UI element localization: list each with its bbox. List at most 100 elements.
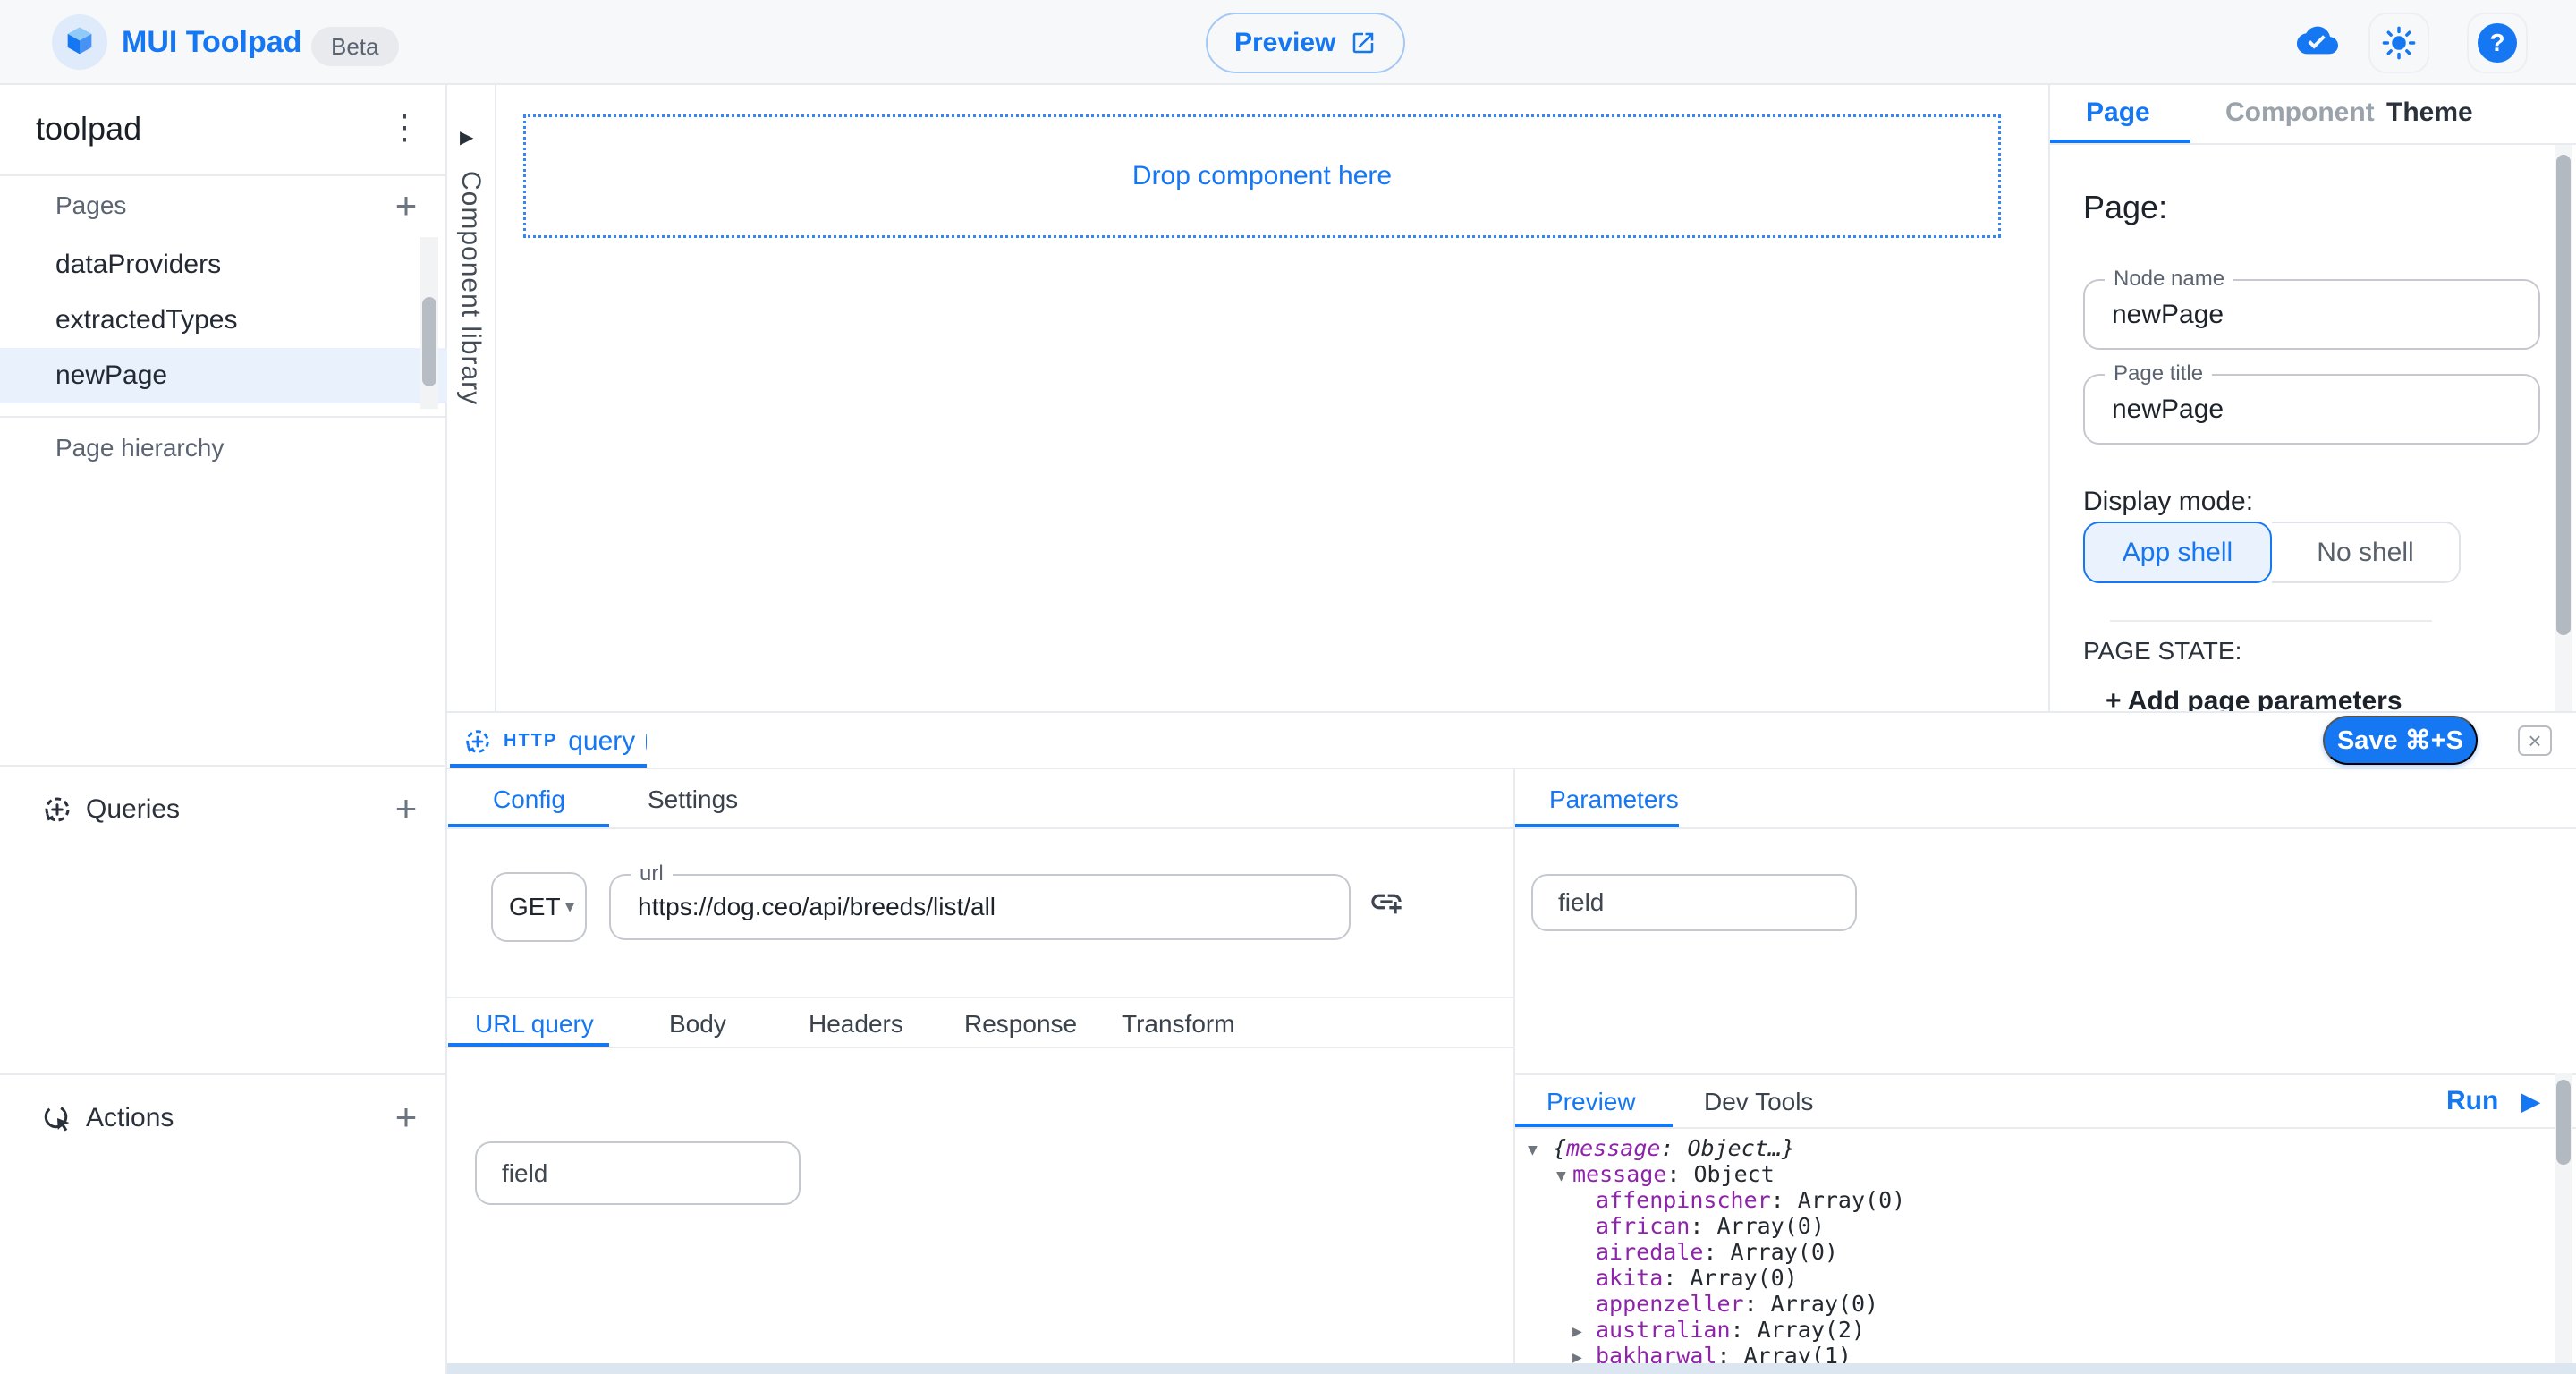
drop-zone-label: Drop component here bbox=[1132, 161, 1392, 191]
add-page-parameters-button[interactable]: + Add page parameters bbox=[2106, 686, 2402, 711]
active-tab-indicator bbox=[450, 764, 647, 768]
tab-parameters[interactable]: Parameters bbox=[1549, 785, 1679, 814]
query-editor-header: HTTP query Save ⌘+S × bbox=[447, 713, 2576, 769]
page-title-input[interactable] bbox=[2112, 376, 2497, 443]
add-page-button[interactable]: + bbox=[385, 185, 428, 228]
tree-row[interactable]: akita: Array(0) bbox=[1515, 1265, 2553, 1291]
tree-row[interactable]: african: Array(0) bbox=[1515, 1213, 2553, 1239]
url-input[interactable] bbox=[638, 876, 1265, 938]
parameters-field-input[interactable] bbox=[1533, 876, 1855, 929]
query-name-label: query bbox=[568, 726, 635, 757]
tab-headers[interactable]: Headers bbox=[809, 1010, 903, 1039]
tab-transform[interactable]: Transform bbox=[1122, 1010, 1235, 1039]
result-json-tree: ▼{message: Object…} ▼message: Object aff… bbox=[1515, 1135, 2553, 1374]
tab-preview[interactable]: Preview bbox=[1546, 1088, 1636, 1116]
preview-button[interactable]: Preview bbox=[1206, 13, 1405, 73]
tree-expanded-icon[interactable]: ▼ bbox=[1528, 1137, 1538, 1163]
project-menu-button[interactable]: ⋮ bbox=[385, 105, 424, 151]
preview-button-label: Preview bbox=[1234, 28, 1335, 58]
unsaved-dot-icon bbox=[646, 734, 647, 750]
help-button[interactable]: ? bbox=[2467, 13, 2528, 73]
tree-row[interactable]: affenpinscher: Array(0) bbox=[1515, 1187, 2553, 1213]
queries-section-label: Queries bbox=[86, 794, 180, 825]
pages-scrollbar-thumb[interactable] bbox=[422, 297, 436, 386]
tab-page[interactable]: Page bbox=[2086, 98, 2150, 128]
close-icon[interactable]: × bbox=[2518, 725, 2552, 756]
component-library-panel[interactable]: ▶ Component library bbox=[447, 85, 496, 711]
inspector-scrollbar-thumb[interactable] bbox=[2556, 155, 2571, 635]
tree-expanded-icon[interactable]: ▼ bbox=[1556, 1163, 1566, 1189]
drop-zone[interactable]: Drop component here bbox=[523, 114, 2001, 238]
query-config-pane: Config Settings GET ▾ url URL query Body bbox=[447, 769, 1513, 1363]
active-tab-indicator bbox=[448, 824, 609, 827]
add-query-button[interactable]: + bbox=[385, 788, 428, 831]
page-heading: Page: bbox=[2083, 189, 2167, 226]
query-editor-panel: HTTP query Save ⌘+S × Config Settings GE… bbox=[447, 711, 2576, 1374]
tab-settings[interactable]: Settings bbox=[648, 785, 738, 814]
tree-row[interactable]: ▼{message: Object…} bbox=[1515, 1135, 2553, 1161]
add-action-button[interactable]: + bbox=[385, 1097, 428, 1140]
bottom-scroll-strip bbox=[447, 1363, 2576, 1374]
actions-click-icon bbox=[41, 1102, 73, 1134]
tree-row[interactable]: ▶australian: Array(2) bbox=[1515, 1317, 2553, 1343]
explorer-sidebar: toolpad ⋮ Pages + dataProviders extracte… bbox=[0, 85, 447, 1374]
save-button[interactable]: Save ⌘+S bbox=[2323, 716, 2478, 765]
project-name: toolpad bbox=[36, 109, 141, 148]
toggle-app-shell[interactable]: App shell bbox=[2083, 522, 2272, 583]
tab-url-query[interactable]: URL query bbox=[475, 1010, 594, 1039]
preview-scrollbar-thumb[interactable] bbox=[2556, 1080, 2571, 1165]
toolpad-editor: MUI Toolpad Beta Preview bbox=[0, 0, 2576, 1374]
divider bbox=[2110, 620, 2432, 622]
sidebar-item-newpage[interactable]: newPage bbox=[0, 348, 447, 403]
divider bbox=[0, 765, 447, 767]
add-link-icon[interactable] bbox=[1368, 884, 1404, 920]
expand-library-icon[interactable]: ▶ bbox=[460, 126, 473, 148]
sidebar-item-extractedtypes[interactable]: extractedTypes bbox=[0, 293, 447, 348]
actions-section-label: Actions bbox=[86, 1103, 174, 1133]
sidebar-item-dataproviders[interactable]: dataProviders bbox=[0, 237, 447, 293]
active-tab-indicator bbox=[2050, 140, 2190, 143]
app-header: MUI Toolpad Beta Preview bbox=[0, 0, 2576, 85]
tab-component[interactable]: Component bbox=[2225, 98, 2375, 128]
tree-row[interactable]: airedale: Array(0) bbox=[1515, 1239, 2553, 1265]
tab-config[interactable]: Config bbox=[493, 785, 565, 814]
active-tab-indicator bbox=[1515, 824, 1679, 827]
page-state-label: PAGE STATE: bbox=[2083, 637, 2241, 666]
run-button[interactable]: Run ▶ bbox=[2446, 1086, 2539, 1116]
run-button-label: Run bbox=[2446, 1086, 2498, 1116]
tab-body[interactable]: Body bbox=[669, 1010, 726, 1039]
plus-icon: + bbox=[2106, 686, 2122, 711]
tab-theme[interactable]: Theme bbox=[2386, 98, 2473, 128]
node-name-input[interactable] bbox=[2112, 281, 2497, 348]
query-icon bbox=[462, 726, 493, 757]
toggle-no-shell[interactable]: No shell bbox=[2272, 522, 2461, 583]
parameters-field bbox=[1531, 874, 1857, 931]
parameters-tabs: Parameters bbox=[1515, 769, 2576, 829]
add-page-parameters-label: Add page parameters bbox=[2128, 686, 2402, 711]
query-icon bbox=[41, 793, 73, 826]
actions-section-header: Actions + bbox=[0, 1078, 447, 1158]
inspector-panel: Page Component Theme Page: Node name Pag… bbox=[2048, 85, 2576, 711]
query-protocol-label: HTTP bbox=[504, 731, 557, 751]
tab-response[interactable]: Response bbox=[964, 1010, 1077, 1039]
tab-dev-tools[interactable]: Dev Tools bbox=[1704, 1088, 1813, 1116]
display-mode-toggle: App shell No shell bbox=[2083, 522, 2461, 583]
toolpad-logo-icon bbox=[52, 14, 107, 70]
light-mode-icon bbox=[2382, 26, 2416, 60]
tree-collapsed-icon[interactable]: ▶ bbox=[1572, 1319, 1582, 1344]
theme-toggle-button[interactable] bbox=[2368, 13, 2429, 73]
tab-http-query[interactable]: HTTP query bbox=[450, 713, 647, 769]
pages-section-label: Pages bbox=[55, 191, 126, 220]
url-query-field-input[interactable] bbox=[477, 1143, 799, 1203]
page-canvas: Drop component here bbox=[496, 85, 2046, 711]
divider bbox=[0, 174, 447, 176]
tree-row[interactable]: appenzeller: Array(0) bbox=[1515, 1291, 2553, 1317]
chevron-down-icon: ▾ bbox=[565, 874, 574, 940]
component-library-label: Component library bbox=[455, 171, 486, 405]
inspector-tabs: Page Component Theme bbox=[2050, 85, 2576, 145]
page-hierarchy-label: Page hierarchy bbox=[55, 434, 224, 462]
tree-row[interactable]: ▼message: Object bbox=[1515, 1161, 2553, 1187]
beta-badge: Beta bbox=[311, 27, 399, 66]
http-method-select[interactable]: GET ▾ bbox=[491, 872, 587, 942]
queries-section-header: Queries + bbox=[0, 769, 447, 850]
